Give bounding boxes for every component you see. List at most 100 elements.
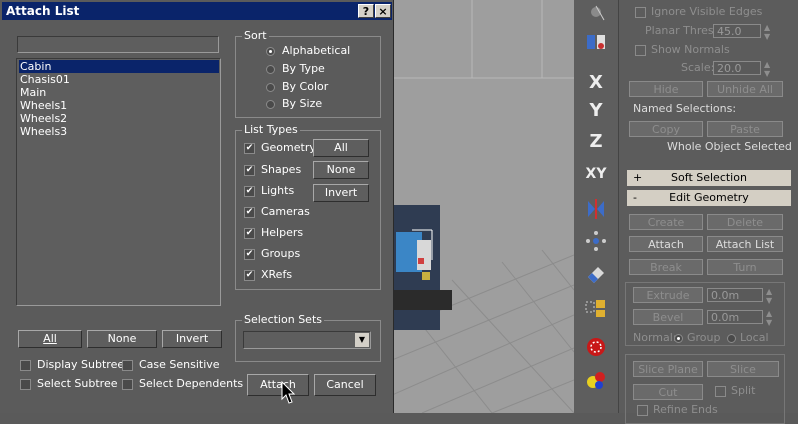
hide-button[interactable]: Hide <box>629 81 703 97</box>
extrude-button[interactable]: Extrude <box>633 287 703 303</box>
shapes-checkbox[interactable]: ✔ <box>244 165 255 176</box>
unhide-all-button[interactable]: Unhide All <box>707 81 783 97</box>
select-invert-label: Invert <box>175 332 209 345</box>
select-all-button[interactable]: All <box>18 330 82 348</box>
geometry-checkbox[interactable]: ✔ <box>244 143 255 154</box>
list-types-group-label: List Types <box>242 123 300 136</box>
geometry-label: Geometry <box>261 141 316 154</box>
array-icon[interactable] <box>582 227 610 255</box>
attach-dialog-button[interactable]: Attach <box>247 374 309 396</box>
material-editor-icon[interactable] <box>582 30 610 58</box>
select-invert-button[interactable]: Invert <box>162 330 222 348</box>
render-teapot-icon[interactable] <box>582 332 610 360</box>
list-item[interactable]: Wheels1 <box>19 99 219 112</box>
viewport[interactable] <box>392 0 574 413</box>
planar-thresh-field[interactable]: 45.0 <box>713 24 761 38</box>
viewport-scene <box>392 0 574 413</box>
slice-plane-button[interactable]: Slice Plane <box>633 361 703 377</box>
select-all-label: All <box>43 332 57 345</box>
sort-by-color-radio[interactable] <box>266 83 275 92</box>
split-label: Split <box>731 384 756 397</box>
list-item[interactable]: Wheels3 <box>19 125 219 138</box>
cancel-button[interactable]: Cancel <box>314 374 376 396</box>
scale-spinner-icon[interactable]: ▲ ▼ <box>764 60 770 78</box>
axis-z-button[interactable]: Z <box>582 127 610 155</box>
cameras-checkbox[interactable]: ✔ <box>244 207 255 218</box>
list-item[interactable]: Main <box>19 86 219 99</box>
cut-button[interactable]: Cut <box>633 384 703 400</box>
align-icon[interactable] <box>582 294 610 322</box>
soft-selection-rollout[interactable]: + Soft Selection <box>627 170 791 186</box>
chevron-down-icon[interactable]: ▼ <box>355 333 369 347</box>
close-button[interactable]: × <box>375 4 391 18</box>
bevel-spinner-icon[interactable]: ▲ ▼ <box>766 309 772 327</box>
selection-sets-label: Selection Sets <box>242 313 324 326</box>
types-invert-button[interactable]: Invert <box>313 184 369 202</box>
sort-by-color-label: By Color <box>282 80 329 93</box>
ignore-visible-edges-label: Ignore Visible Edges <box>651 5 763 18</box>
display-subtree-checkbox[interactable] <box>20 360 31 371</box>
types-all-button[interactable]: All <box>313 139 369 157</box>
dialog-titlebar[interactable]: Attach List ? × <box>2 2 392 20</box>
dialog-title: Attach List <box>6 4 80 18</box>
case-sensitive-checkbox[interactable] <box>122 360 133 371</box>
attach-list-dialog: Attach List ? × Cabin Chasis01 Main Whee… <box>0 0 394 413</box>
ignore-visible-edges-checkbox[interactable] <box>635 7 646 18</box>
bevel-field[interactable]: 0.0m <box>707 310 763 324</box>
search-input[interactable] <box>17 36 219 53</box>
axis-x-label: X <box>589 71 603 93</box>
transform-gizmo-icon[interactable] <box>582 0 610 28</box>
turn-button[interactable]: Turn <box>707 259 783 275</box>
show-normals-checkbox[interactable] <box>635 45 646 56</box>
sort-by-size-label: By Size <box>282 97 323 110</box>
sort-alphabetical-radio[interactable] <box>266 47 275 56</box>
extrude-spinner-icon[interactable]: ▲ ▼ <box>766 287 772 305</box>
select-none-button[interactable]: None <box>87 330 157 348</box>
axis-y-button[interactable]: Y <box>582 96 610 124</box>
split-checkbox[interactable] <box>715 386 726 397</box>
color-balls-icon[interactable] <box>582 366 610 394</box>
sort-by-size-radio[interactable] <box>266 100 275 109</box>
vertical-toolbar: X Y Z XY <box>574 0 618 413</box>
scale-field[interactable]: 20.0 <box>713 61 761 75</box>
extrude-field[interactable]: 0.0m <box>707 288 763 302</box>
select-subtree-checkbox[interactable] <box>20 379 31 390</box>
attach-list-button[interactable]: Attach List <box>707 236 783 252</box>
attach-button[interactable]: Attach <box>629 236 703 252</box>
types-none-button[interactable]: None <box>313 161 369 179</box>
normal-group-radio[interactable] <box>674 334 683 343</box>
refine-ends-checkbox[interactable] <box>637 405 648 416</box>
sort-by-type-radio[interactable] <box>266 65 275 74</box>
create-button[interactable]: Create <box>629 214 703 230</box>
select-dependents-checkbox[interactable] <box>122 379 133 390</box>
xrefs-checkbox[interactable]: ✔ <box>244 270 255 281</box>
lights-checkbox[interactable]: ✔ <box>244 186 255 197</box>
normal-local-radio[interactable] <box>727 334 736 343</box>
normal-label: Normal: <box>633 331 677 344</box>
delete-button[interactable]: Delete <box>707 214 783 230</box>
copy-button[interactable]: Copy <box>629 121 703 137</box>
mirror-icon[interactable] <box>582 195 610 223</box>
list-item[interactable]: Wheels2 <box>19 112 219 125</box>
axis-x-button[interactable]: X <box>582 68 610 96</box>
paste-button[interactable]: Paste <box>707 121 783 137</box>
eraser-icon[interactable] <box>582 259 610 287</box>
help-button[interactable]: ? <box>358 4 374 18</box>
helpers-checkbox[interactable]: ✔ <box>244 228 255 239</box>
object-list[interactable]: Cabin Chasis01 Main Wheels1 Wheels2 Whee… <box>16 58 221 306</box>
helpers-label: Helpers <box>261 226 304 239</box>
list-item[interactable]: Chasis01 <box>19 73 219 86</box>
planar-thresh-spinner-icon[interactable]: ▲ ▼ <box>764 23 770 41</box>
scale-label: Scale: <box>681 61 715 74</box>
break-button[interactable]: Break <box>629 259 703 275</box>
selection-sets-dropdown[interactable]: ▼ <box>243 331 371 349</box>
bevel-button[interactable]: Bevel <box>633 309 703 325</box>
list-item[interactable]: Cabin <box>19 60 219 73</box>
named-selections-label: Named Selections: <box>633 102 737 115</box>
groups-checkbox[interactable]: ✔ <box>244 249 255 260</box>
sort-by-type-label: By Type <box>282 62 325 75</box>
xrefs-label: XRefs <box>261 268 293 281</box>
edit-geometry-rollout[interactable]: - Edit Geometry <box>627 190 791 206</box>
slice-button[interactable]: Slice <box>707 361 779 377</box>
axis-xy-button[interactable]: XY <box>582 160 610 188</box>
